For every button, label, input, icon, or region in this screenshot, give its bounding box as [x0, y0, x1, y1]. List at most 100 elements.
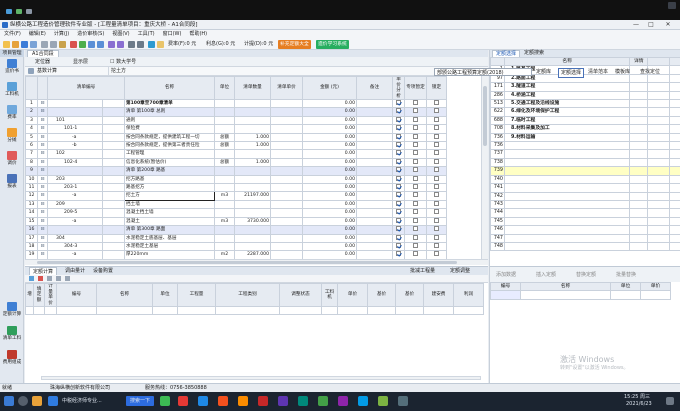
row-expand[interactable]: ⊟ — [37, 157, 48, 168]
base-calc-label[interactable]: 基数计算 — [37, 67, 57, 76]
row-sub[interactable] — [102, 124, 125, 134]
search-icon[interactable] — [18, 396, 28, 406]
table-row[interactable]: 14 ⊟ 209-5 混凝土挡土墙 0.00 — [25, 208, 447, 218]
checkbox[interactable] — [434, 226, 439, 232]
row-number[interactable]: 4 — [25, 124, 38, 134]
table-row[interactable]: 13 ⊟ 209 挡土墙 0.00 — [25, 199, 447, 210]
table-row[interactable]: 11 ⊟ 203-1 路基挖方 0.00 — [25, 183, 447, 193]
row-number[interactable]: 8 — [25, 157, 38, 168]
calc-icon[interactable] — [137, 41, 144, 48]
row-name[interactable]: 挡土墙 — [124, 199, 215, 210]
qcol-profit[interactable]: 利润 — [453, 283, 484, 307]
checkbox[interactable] — [434, 193, 439, 198]
row-remark[interactable] — [356, 225, 393, 235]
nav-materials[interactable]: 工料机 — [0, 82, 24, 97]
row-price[interactable] — [270, 199, 303, 210]
checkbox[interactable] — [434, 100, 439, 105]
row-special[interactable] — [404, 115, 427, 126]
row-number[interactable]: 15 — [25, 216, 38, 227]
row-price[interactable] — [270, 107, 303, 117]
locator-button[interactable]: 定位器 — [35, 57, 50, 67]
row-lock[interactable] — [426, 124, 447, 134]
row-price[interactable] — [270, 241, 303, 252]
row-number[interactable]: 19 — [25, 250, 38, 259]
row-analysis[interactable] — [392, 208, 405, 218]
row-lock[interactable] — [426, 216, 447, 227]
checkbox[interactable] — [413, 159, 418, 164]
insert-quota-button[interactable]: 插入定额 — [536, 267, 556, 283]
row-qty[interactable] — [234, 107, 271, 117]
tab-list-template[interactable]: 清单范本 — [588, 67, 608, 77]
row-special[interactable] — [404, 124, 427, 134]
checkbox[interactable] — [396, 100, 401, 105]
close-button[interactable]: ✕ — [662, 20, 674, 30]
nav-cost-book[interactable]: 造价书 — [0, 59, 24, 74]
row-special[interactable] — [404, 132, 427, 143]
row-name[interactable]: 厚220mm — [124, 250, 215, 259]
checkbox[interactable] — [413, 142, 418, 148]
row-amount[interactable]: 0.00 — [302, 157, 357, 168]
menu-edit[interactable]: 编辑(E) — [25, 30, 50, 39]
checkbox[interactable] — [434, 251, 439, 257]
row-amount[interactable]: 0.00 — [302, 208, 357, 218]
row-lock[interactable] — [426, 233, 447, 243]
row-name[interactable]: 水泥稳定土基层 — [124, 241, 215, 252]
checkbox[interactable] — [413, 125, 418, 131]
list-item[interactable]: 622 6.绿化及环境保护工程 — [490, 107, 680, 117]
checkbox[interactable] — [413, 226, 418, 232]
row-unit[interactable] — [214, 107, 235, 117]
checkbox[interactable] — [434, 142, 439, 148]
row-name[interactable]: 信息化系统(暂估价) — [124, 157, 215, 168]
row-lock[interactable] — [426, 199, 447, 210]
row-unit[interactable] — [214, 124, 235, 134]
checkbox[interactable] — [434, 176, 439, 181]
row-remark[interactable] — [356, 166, 393, 176]
down-arrow-icon[interactable] — [65, 276, 70, 281]
qcol-qty[interactable]: 工程量 — [177, 283, 216, 307]
row-unit[interactable] — [214, 208, 235, 218]
checkbox[interactable] — [434, 125, 439, 131]
row-sub[interactable] — [102, 250, 125, 259]
row-remark[interactable] — [356, 216, 393, 227]
checkbox[interactable] — [413, 100, 418, 105]
row-sub[interactable] — [102, 183, 125, 193]
checkbox[interactable] — [413, 235, 418, 240]
row-code[interactable] — [47, 225, 103, 235]
row-remark[interactable] — [356, 233, 393, 243]
row-qty[interactable]: 1.000 — [234, 141, 271, 151]
row-price[interactable] — [270, 166, 303, 176]
checkbox[interactable] — [434, 108, 439, 114]
row-sub[interactable] — [102, 216, 125, 227]
checkbox[interactable] — [434, 159, 439, 164]
row-price[interactable] — [270, 208, 303, 218]
tree-col-detail[interactable]: 详情 — [629, 57, 649, 67]
row-analysis[interactable] — [392, 157, 405, 168]
list-item[interactable]: 744 — [490, 208, 680, 218]
tree-item-name[interactable]: 7.临时工程 — [503, 115, 631, 126]
nav-list-materials[interactable]: 清单工料 — [0, 326, 24, 341]
tab-quota-search[interactable]: 定额搜索 — [524, 50, 544, 57]
nav-report[interactable]: 报表 — [0, 174, 24, 189]
tree-item-name[interactable] — [503, 208, 631, 218]
quota-library-link[interactable]: 定额库 — [536, 67, 551, 77]
row-code[interactable]: 209 — [47, 199, 103, 210]
up-arrow-icon[interactable] — [56, 276, 61, 281]
list-item[interactable]: 745 — [490, 216, 680, 227]
tree-item-name[interactable] — [503, 199, 631, 210]
list-item[interactable]: 171 3.隧道工程 — [490, 82, 680, 92]
tree-item-name[interactable]: 3.隧道工程 — [503, 82, 631, 92]
table-row[interactable]: 18 ⊟ 304-3 水泥稳定土基层 0.00 — [25, 241, 447, 252]
row-name[interactable]: 清单 第100章 总则 — [124, 107, 215, 117]
tree-item-name[interactable]: 8.材料采集及加工 — [503, 124, 631, 134]
row-analysis[interactable] — [392, 166, 405, 176]
taskbar-search-box[interactable]: 搜索一下 — [126, 396, 155, 406]
row-sub[interactable] — [102, 208, 125, 218]
list-item[interactable]: 747 — [490, 233, 680, 243]
tree-item-name[interactable]: 5.交通工程及沿线设施 — [503, 99, 631, 109]
row-price[interactable] — [270, 225, 303, 235]
table-row[interactable]: 9 ⊟ 清单 第200章 路基 0.00 — [25, 166, 447, 176]
table-row[interactable]: 1 ⊟ 第100章至700章清单 0.00 — [25, 98, 447, 109]
tree-item-name[interactable] — [503, 174, 631, 185]
row-qty[interactable] — [234, 233, 271, 243]
scroll-thumb[interactable] — [483, 86, 487, 146]
